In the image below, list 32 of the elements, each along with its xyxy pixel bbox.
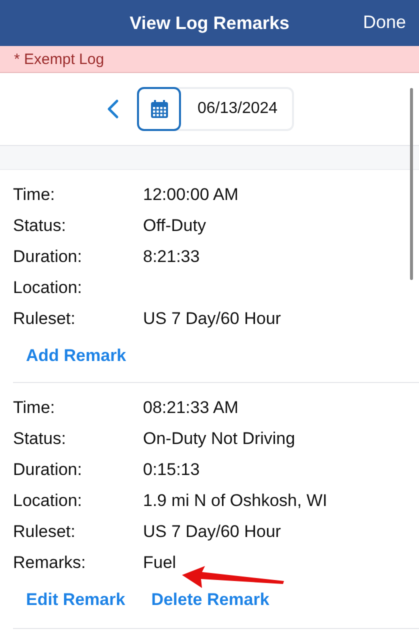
field-label: Status: [13, 428, 67, 448]
field-value: 8:21:33 [143, 246, 200, 266]
field-label: Location: [13, 490, 83, 510]
field-value: On-Duty Not Driving [143, 428, 296, 448]
done-button[interactable]: Done [360, 10, 408, 35]
field-value: 0:15:13 [143, 460, 200, 480]
date-value: 06/13/2024 [196, 100, 279, 118]
field-label: Time: [13, 184, 56, 204]
remark-link[interactable]: Add Remark [26, 346, 126, 366]
banner-text: * Exempt Log [14, 50, 104, 68]
field-value: US 7 Day/60 Hour [143, 522, 281, 542]
field-value: 12:00:00 AM [143, 184, 238, 204]
calendar-button[interactable] [137, 87, 182, 131]
field-label: Ruleset: [13, 308, 76, 328]
remark-link[interactable]: Delete Remark [151, 590, 270, 610]
date-field[interactable]: 06/13/2024 [137, 87, 294, 131]
field-label: Remarks: [13, 552, 87, 572]
field-label: Duration: [13, 246, 83, 266]
back-icon[interactable] [107, 99, 120, 119]
window-title: View Log Remarks [130, 12, 290, 34]
field-label: Location: [13, 278, 83, 298]
remark-link[interactable]: Edit Remark [26, 590, 126, 610]
field-value: 1.9 mi N of Oshkosh, WI [143, 490, 328, 510]
field-label: Time: [13, 398, 56, 418]
field-value: 08:21:33 AM [143, 398, 238, 418]
calendar-icon [150, 100, 168, 118]
field-value: US 7 Day/60 Hour [143, 308, 281, 328]
field-label: Duration: [13, 460, 83, 480]
field-label: Ruleset: [13, 522, 76, 542]
field-label: Status: [13, 216, 67, 236]
field-value: Fuel [143, 552, 176, 572]
field-value: Off-Duty [143, 216, 206, 236]
